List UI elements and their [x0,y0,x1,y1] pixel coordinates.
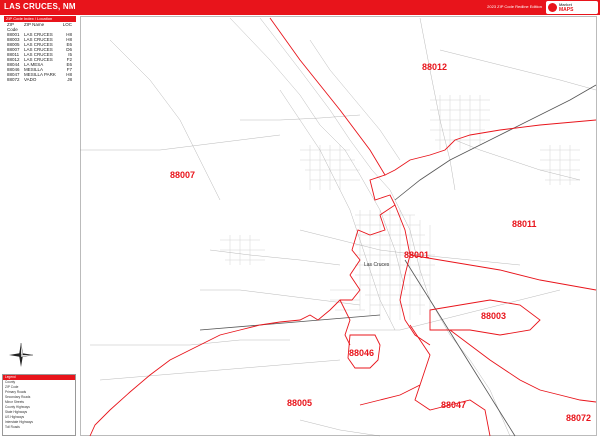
zip-index-rows: 88001 LAS CRUCES H8 88003 LAS CRUCES H8 88005 L… [4,32,76,82]
column-header: ZIP Code [7,22,18,32]
map-canvas[interactable] [0,0,600,438]
boundary-88047-west [409,324,491,437]
zip-label-88046[interactable]: 88046 [349,348,374,358]
city-label-las-cruces: Las Cruces [364,262,390,268]
compass-icon [9,342,34,367]
column-header: ZIP Name [24,22,45,27]
highway-line [199,314,381,331]
table-header-row: ZIP Code ZIP Name LOC [4,22,76,32]
compass-rose [8,342,34,368]
boundary-88012-88011 [384,119,597,176]
zip-label-88003[interactable]: 88003 [481,311,506,321]
map-legend: Legend County ZIP Code Primary Roads Second… [2,374,76,436]
zip-label-88011[interactable]: 88011 [512,219,537,229]
legend-items: County ZIP Code Primary Roads Secondary Roa… [3,380,75,430]
zip-label-88007[interactable]: 88007 [170,170,195,180]
interstate-25-line [394,84,597,201]
column-header: LOC [62,22,72,27]
boundary-88011-south [409,254,597,291]
zip-index-table: ZIP Code Index / Location ZIP Code ZIP N… [4,16,76,82]
zip-label-88072[interactable]: 88072 [566,413,591,423]
table-cell: J8 [67,77,72,82]
boundary-88005-east [339,299,351,346]
zip-label-88005[interactable]: 88005 [287,398,312,408]
table-cell: VADO [24,77,37,82]
boundary-88047-88005 [359,384,421,406]
street-grid-dense [220,95,580,320]
legend-item: Toll Roads [5,425,20,429]
zip-label-88047[interactable]: 88047 [441,400,466,410]
table-row: 88072 VADO J8 [4,77,76,82]
zip-label-88012[interactable]: 88012 [422,62,447,72]
boundary-88072-north [449,329,597,403]
boundary-88007-88005 [89,17,396,437]
zip-label-88001[interactable]: 88001 [404,250,429,260]
table-cell: 88072 [7,77,20,82]
